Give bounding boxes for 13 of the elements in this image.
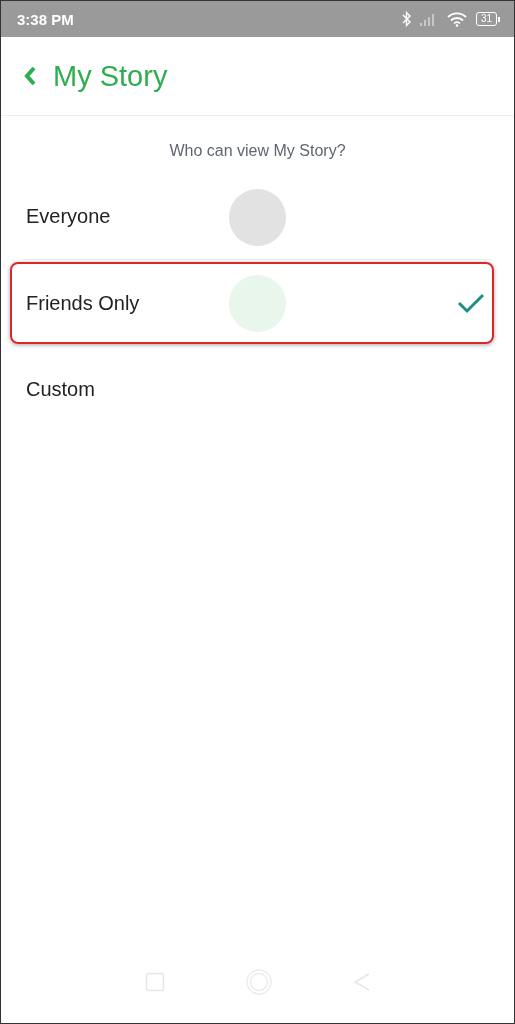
battery-icon: 31	[475, 12, 500, 26]
wifi-icon	[446, 11, 467, 27]
checkmark-icon	[457, 292, 485, 314]
option-row[interactable]: Custom	[1, 346, 504, 432]
back-nav-button[interactable]	[352, 972, 371, 992]
recents-button[interactable]	[144, 972, 165, 992]
option-row[interactable]: Everyone	[23, 174, 492, 260]
option-row[interactable]: Friends Only	[1, 260, 504, 346]
bluetooth-icon	[401, 11, 411, 27]
back-button[interactable]	[23, 65, 37, 87]
page-title: My Story	[53, 59, 168, 93]
status-time: 3:38 PM	[17, 10, 75, 28]
question-text: Who can view My Story?	[169, 142, 346, 160]
